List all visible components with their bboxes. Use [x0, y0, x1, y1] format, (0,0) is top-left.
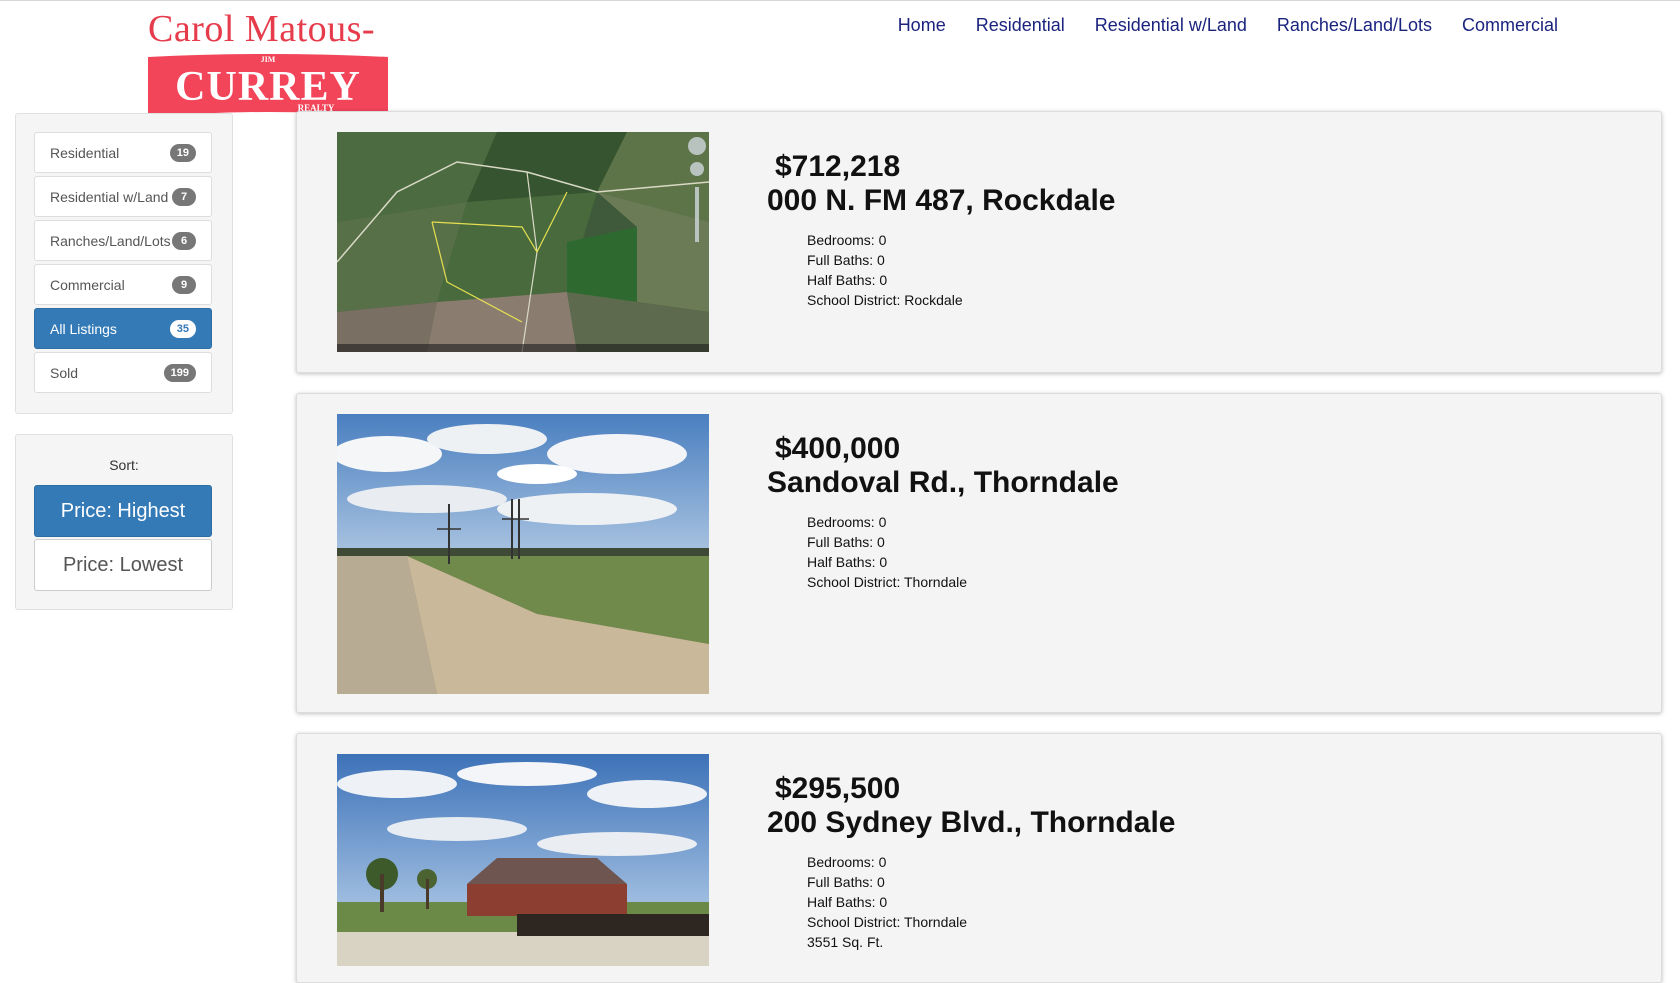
listing-address[interactable]: 000 N. FM 487, Rockdale	[767, 184, 1116, 218]
category-label: Residential w/Land	[50, 188, 169, 205]
detail-bedrooms: Bedrooms: 0	[807, 854, 887, 870]
sort-price-highest-button[interactable]: Price: Highest	[34, 485, 212, 537]
listing-card: $712,218 000 N. FM 487, Rockdale Bedroom…	[296, 111, 1662, 373]
listing-price: $295,500	[775, 772, 901, 805]
listing-price: $712,218	[775, 150, 901, 183]
category-panel: Residential 19 Residential w/Land 7 Ranc…	[15, 113, 233, 414]
detail-school-district: School District: Rockdale	[807, 292, 963, 308]
listing-info: $295,500 200 Sydney Blvd., Thorndale Bed…	[767, 772, 1175, 952]
detail-bedrooms: Bedrooms: 0	[807, 232, 887, 248]
category-label: Residential	[50, 144, 120, 161]
category-label: Commercial	[50, 276, 125, 293]
detail-full-baths: Full Baths: 0	[807, 534, 885, 550]
category-commercial[interactable]: Commercial 9	[34, 264, 212, 305]
nav-commercial[interactable]: Commercial	[1462, 15, 1558, 36]
detail-full-baths: Full Baths: 0	[807, 874, 885, 890]
listing-details: Bedrooms: 0 Full Baths: 0 Half Baths: 0 …	[807, 230, 1116, 310]
count-badge: 35	[169, 319, 196, 338]
detail-half-baths: Half Baths: 0	[807, 554, 888, 570]
count-badge: 6	[172, 231, 196, 250]
listing-address[interactable]: 200 Sydney Blvd., Thorndale	[767, 806, 1175, 840]
listing-image-road-field[interactable]	[337, 414, 709, 694]
listing-price: $400,000	[775, 432, 901, 465]
listing-details: Bedrooms: 0 Full Baths: 0 Half Baths: 0 …	[807, 512, 1119, 592]
nav-ranches-land-lots[interactable]: Ranches/Land/Lots	[1277, 15, 1432, 36]
listing-info: $712,218 000 N. FM 487, Rockdale Bedroom…	[767, 150, 1116, 310]
count-badge: 9	[172, 275, 196, 294]
category-label: Ranches/Land/Lots	[50, 232, 171, 249]
category-residential-w-land[interactable]: Residential w/Land 7	[34, 176, 212, 217]
listing-details: Bedrooms: 0 Full Baths: 0 Half Baths: 0 …	[807, 852, 1175, 952]
detail-half-baths: Half Baths: 0	[807, 272, 888, 288]
category-ranches-land-lots[interactable]: Ranches/Land/Lots 6	[34, 220, 212, 261]
category-all-listings[interactable]: All Listings 35	[34, 308, 212, 349]
count-badge: 7	[172, 187, 196, 206]
category-residential[interactable]: Residential 19	[34, 132, 212, 173]
detail-school-district: School District: Thorndale	[807, 914, 968, 930]
category-sold[interactable]: Sold 199	[34, 352, 212, 393]
listing-image-aerial-map[interactable]	[337, 132, 709, 352]
sort-price-lowest-button[interactable]: Price: Lowest	[34, 539, 212, 591]
site-logo[interactable]: Carol Matous- JIM CURREY REALTY	[148, 7, 388, 121]
logo-top-text: Carol Matous-	[148, 8, 376, 50]
category-label: All Listings	[50, 320, 117, 337]
detail-bedrooms: Bedrooms: 0	[807, 514, 887, 530]
listing-card: $295,500 200 Sydney Blvd., Thorndale Bed…	[296, 733, 1662, 983]
nav-residential-w-land[interactable]: Residential w/Land	[1095, 15, 1247, 36]
nav-residential[interactable]: Residential	[976, 15, 1065, 36]
listing-image-brick-house[interactable]	[337, 754, 709, 966]
listing-info: $400,000 Sandoval Rd., Thorndale Bedroom…	[767, 432, 1119, 592]
sort-panel: Sort: Price: Highest Price: Lowest	[15, 434, 233, 610]
category-label: Sold	[50, 364, 79, 381]
detail-half-baths: Half Baths: 0	[807, 894, 888, 910]
detail-full-baths: Full Baths: 0	[807, 252, 885, 268]
nav-home[interactable]: Home	[898, 15, 946, 36]
listing-address[interactable]: Sandoval Rd., Thorndale	[767, 466, 1119, 500]
listing-card: $400,000 Sandoval Rd., Thorndale Bedroom…	[296, 393, 1662, 713]
detail-square-feet: 3551 Sq. Ft.	[807, 934, 884, 950]
top-nav: Home Residential Residential w/Land Ranc…	[898, 15, 1558, 36]
detail-school-district: School District: Thorndale	[807, 574, 968, 590]
sort-label: Sort:	[109, 457, 139, 473]
count-badge: 199	[163, 363, 196, 382]
count-badge: 19	[169, 143, 196, 162]
